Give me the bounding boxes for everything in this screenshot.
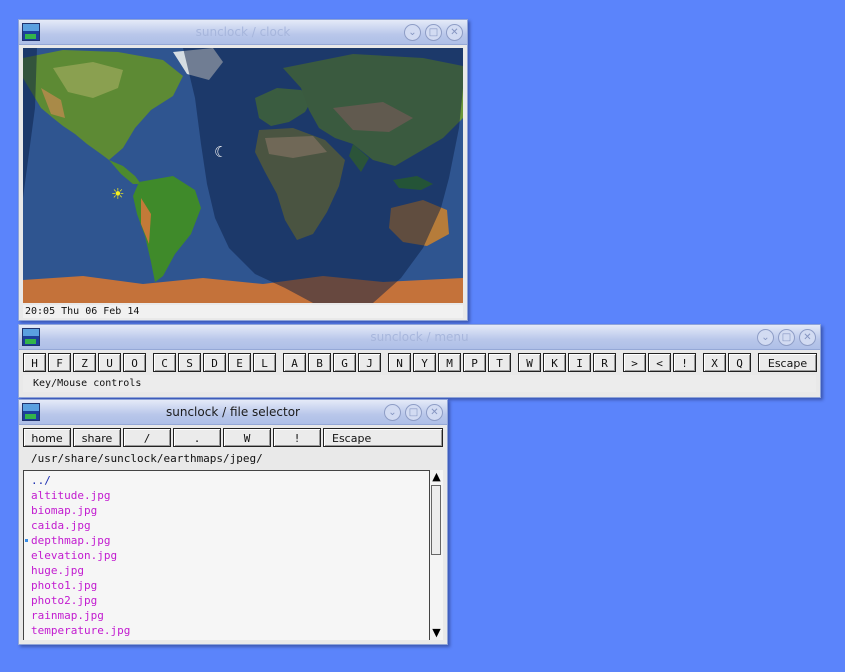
menu-status-text: Key/Mouse controls xyxy=(23,375,816,392)
list-item[interactable]: photo2.jpg xyxy=(31,593,97,608)
key-button-x[interactable]: X xyxy=(703,353,726,372)
list-item[interactable]: temperature.jpg xyxy=(31,623,130,638)
list-item-current[interactable]: depthmap.jpg xyxy=(25,533,111,548)
file-selector-title: sunclock / file selector xyxy=(166,405,300,419)
key-button-r[interactable]: R xyxy=(593,353,616,372)
file-selector-window: sunclock / file selector ⌄ □ ✕ home shar… xyxy=(18,399,448,645)
key-button-greater[interactable]: > xyxy=(623,353,646,372)
key-button-l[interactable]: L xyxy=(253,353,276,372)
clock-status-bar[interactable]: 20:05 Thu 06 Feb 14 xyxy=(23,305,463,318)
key-button-u[interactable]: U xyxy=(98,353,121,372)
close-icon[interactable]: ✕ xyxy=(426,404,443,421)
share-button[interactable]: share xyxy=(73,428,121,447)
world-map-image xyxy=(23,48,463,303)
key-button-p[interactable]: P xyxy=(463,353,486,372)
current-dir-button[interactable]: . xyxy=(173,428,221,447)
menu-window-title: sunclock / menu xyxy=(370,330,469,344)
scroll-down-icon[interactable]: ▼ xyxy=(430,626,443,640)
key-button-y[interactable]: Y xyxy=(413,353,436,372)
list-item[interactable]: huge.jpg xyxy=(31,563,84,578)
world-map[interactable]: ☀ ☾ xyxy=(23,48,463,303)
current-file-marker-icon xyxy=(25,539,28,542)
key-button-s[interactable]: S xyxy=(178,353,201,372)
key-button-less[interactable]: < xyxy=(648,353,671,372)
root-dir-button[interactable]: / xyxy=(123,428,171,447)
close-icon[interactable]: ✕ xyxy=(799,329,816,346)
key-button-o[interactable]: O xyxy=(123,353,146,372)
list-item[interactable]: photo1.jpg xyxy=(31,578,97,593)
key-button-j[interactable]: J xyxy=(358,353,381,372)
clock-window-title: sunclock / clock xyxy=(195,25,291,39)
key-button-b[interactable]: B xyxy=(308,353,331,372)
scrollbar-thumb[interactable] xyxy=(431,485,441,555)
maximize-icon[interactable]: □ xyxy=(778,329,795,346)
key-button-i[interactable]: I xyxy=(568,353,591,372)
list-item[interactable]: rainmap.jpg xyxy=(31,608,104,623)
bang-button[interactable]: ! xyxy=(273,428,321,447)
key-button-t[interactable]: T xyxy=(488,353,511,372)
key-button-c[interactable]: C xyxy=(153,353,176,372)
key-button-g[interactable]: G xyxy=(333,353,356,372)
minimize-icon[interactable]: ⌄ xyxy=(384,404,401,421)
key-button-z[interactable]: Z xyxy=(73,353,96,372)
scroll-up-icon[interactable]: ▲ xyxy=(430,470,443,484)
key-button-n[interactable]: N xyxy=(388,353,411,372)
file-list[interactable]: ../ altitude.jpg biomap.jpg caida.jpg de… xyxy=(23,470,429,640)
list-item-label: depthmap.jpg xyxy=(31,534,111,547)
moon-icon: ☾ xyxy=(214,143,228,161)
minimize-icon[interactable]: ⌄ xyxy=(404,24,421,41)
key-button-k[interactable]: K xyxy=(543,353,566,372)
sun-icon: ☀ xyxy=(111,185,125,203)
key-button-f[interactable]: F xyxy=(48,353,71,372)
key-button-e[interactable]: E xyxy=(228,353,251,372)
list-item[interactable]: altitude.jpg xyxy=(31,488,110,503)
key-button-bang[interactable]: ! xyxy=(673,353,696,372)
key-button-h[interactable]: H xyxy=(23,353,46,372)
escape-button[interactable]: Escape xyxy=(758,353,817,372)
key-button-d[interactable]: D xyxy=(203,353,226,372)
file-selector-titlebar[interactable]: sunclock / file selector ⌄ □ ✕ xyxy=(19,400,447,425)
maximize-icon[interactable]: □ xyxy=(405,404,422,421)
file-list-scrollbar[interactable]: ▲ ▼ xyxy=(429,470,443,640)
key-button-m[interactable]: M xyxy=(438,353,461,372)
list-item-parent-dir[interactable]: ../ xyxy=(31,473,51,488)
escape-button[interactable]: Escape xyxy=(323,428,443,447)
current-path: /usr/share/sunclock/earthmaps/jpeg/ xyxy=(31,452,263,465)
close-icon[interactable]: ✕ xyxy=(446,24,463,41)
minimize-icon[interactable]: ⌄ xyxy=(757,329,774,346)
menu-titlebar[interactable]: sunclock / menu ⌄ □ ✕ xyxy=(19,325,820,350)
maximize-icon[interactable]: □ xyxy=(425,24,442,41)
list-item[interactable]: caida.jpg xyxy=(31,518,91,533)
list-item[interactable]: biomap.jpg xyxy=(31,503,97,518)
key-button-a[interactable]: A xyxy=(283,353,306,372)
list-item[interactable]: elevation.jpg xyxy=(31,548,117,563)
clock-window: sunclock / clock ⌄ □ ✕ ☀ ☾ 20:05 Thu 06 … xyxy=(18,19,468,321)
w-button[interactable]: W xyxy=(223,428,271,447)
key-button-q[interactable]: Q xyxy=(728,353,751,372)
key-button-w[interactable]: W xyxy=(518,353,541,372)
clock-titlebar[interactable]: sunclock / clock ⌄ □ ✕ xyxy=(19,20,467,45)
menu-window: sunclock / menu ⌄ □ ✕ H F Z U O C S D E … xyxy=(18,324,821,398)
home-button[interactable]: home xyxy=(23,428,71,447)
